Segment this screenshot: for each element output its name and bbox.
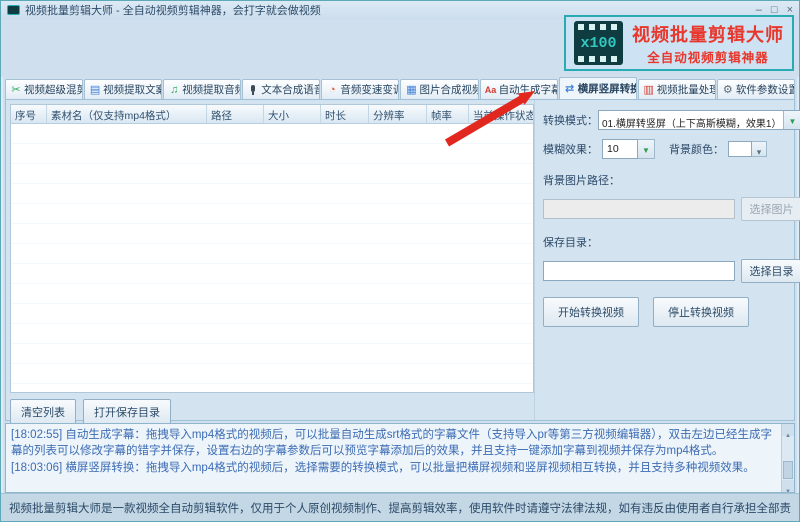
- scrollbar-thumb[interactable]: [783, 461, 793, 479]
- minimize-button[interactable]: –: [756, 4, 762, 16]
- subtitle-icon: [485, 84, 497, 96]
- convert-settings-panel: 转换模式： 01.横屏转竖屏（上下高斯模糊，效果1） 模糊效果： 10 背景颜色…: [534, 100, 800, 420]
- log-entry: [18:02:55] 自动生成字幕：拖拽导入mp4格式的视频后，可以批量自动生成…: [11, 429, 772, 457]
- open-save-dir-button[interactable]: 打开保存目录: [83, 399, 171, 425]
- rotate-icon: [564, 83, 576, 95]
- table-body-empty[interactable]: [11, 124, 533, 392]
- bg-image-path-input: [543, 199, 736, 219]
- scroll-up-icon[interactable]: [782, 424, 794, 436]
- x100-badge: x100: [580, 34, 617, 52]
- audio-wave-icon: [168, 84, 180, 96]
- tab-page-content: 序号 素材名（仅支持mp4格式） 路径 大小 时长 分辨率 帧率 当前操作状态 …: [5, 99, 800, 425]
- log-output: [18:02:55] 自动生成字幕：拖拽导入mp4格式的视频后，可以批量自动生成…: [5, 423, 795, 493]
- app-icon: [7, 5, 20, 15]
- save-dir-input[interactable]: [543, 261, 736, 281]
- col-path[interactable]: 路径: [207, 105, 264, 123]
- window-controls: – □ ×: [756, 4, 793, 16]
- select-image-button: 选择图片: [741, 197, 800, 221]
- blur-effect-select[interactable]: 10: [602, 139, 655, 159]
- col-index[interactable]: 序号: [11, 105, 47, 123]
- material-table: 序号 素材名（仅支持mp4格式） 路径 大小 时长 分辨率 帧率 当前操作状态: [10, 104, 534, 393]
- tab-video-batch-process[interactable]: 视频批量处理: [637, 79, 716, 99]
- blur-effect-value: 10: [602, 139, 638, 159]
- app-logo: x100 视频批量剪辑大师 全自动视频剪辑神器: [564, 15, 794, 71]
- col-framerate[interactable]: 帧率: [427, 105, 469, 123]
- app-window: 视频批量剪辑大师 - 全自动视频剪辑神器，会打字就会做视频 – □ × x100…: [0, 0, 800, 522]
- film-strip-icon: x100: [574, 21, 623, 65]
- status-bar: 视频批量剪辑大师是一款视频全自动剪辑软件，仅用于个人原创视频制作、提高剪辑效率，…: [1, 493, 799, 521]
- gauge-icon: [326, 84, 338, 96]
- log-scrollbar[interactable]: [781, 424, 794, 492]
- tab-text-to-speech[interactable]: 文本合成语音: [242, 79, 321, 99]
- log-entry: [18:03:06] 横屏竖屏转换：拖拽导入mp4格式的视频后，选择需要的转换模…: [11, 462, 755, 474]
- table-header-row: 序号 素材名（仅支持mp4格式） 路径 大小 时长 分辨率 帧率 当前操作状态: [11, 105, 533, 124]
- tab-extract-text[interactable]: 视频提取文案: [84, 79, 163, 99]
- tab-software-settings[interactable]: 软件参数设置: [716, 79, 795, 99]
- convert-mode-label: 转换模式：: [543, 115, 598, 127]
- stop-convert-button[interactable]: 停止转换视频: [653, 297, 749, 327]
- chevron-down-icon[interactable]: [783, 111, 800, 129]
- col-duration[interactable]: 时长: [321, 105, 369, 123]
- header-banner: x100 视频批量剪辑大师 全自动视频剪辑神器: [1, 15, 799, 77]
- chevron-down-icon[interactable]: [638, 139, 655, 159]
- film-icon: [643, 84, 655, 96]
- image-icon: [405, 84, 417, 96]
- logo-subtitle: 全自动视频剪辑神器: [647, 50, 769, 65]
- scissors-icon: [10, 84, 22, 96]
- color-dropdown-icon[interactable]: [752, 141, 767, 157]
- maximize-button[interactable]: □: [771, 4, 778, 16]
- blur-effect-label: 模糊效果：: [543, 144, 598, 156]
- logo-title: 视频批量剪辑大师: [632, 24, 784, 45]
- col-material-name[interactable]: 素材名（仅支持mp4格式）: [47, 105, 207, 123]
- save-dir-label: 保存目录：: [543, 237, 598, 249]
- scroll-down-icon[interactable]: [782, 480, 794, 492]
- microphone-icon: [247, 84, 259, 96]
- tab-bar: 视频超级混剪 视频提取文案 视频提取音频 文本合成语音 音频变速变调 图片合成视…: [1, 77, 799, 99]
- tab-auto-subtitle[interactable]: 自动生成字幕: [479, 79, 558, 99]
- disclaimer-text: 视频批量剪辑大师是一款视频全自动剪辑软件，仅用于个人原创视频制作、提高剪辑效率，…: [9, 502, 791, 515]
- bg-image-path-label: 背景图片路径：: [543, 175, 620, 187]
- tab-audio-speed-pitch[interactable]: 音频变速变调: [321, 79, 400, 99]
- convert-mode-select[interactable]: 01.横屏转竖屏（上下高斯模糊，效果1）: [598, 110, 800, 130]
- start-convert-button[interactable]: 开始转换视频: [543, 297, 639, 327]
- tab-image-to-video[interactable]: 图片合成视频: [400, 79, 479, 99]
- document-icon: [89, 84, 101, 96]
- gear-icon: [722, 84, 734, 96]
- tab-landscape-portrait-convert[interactable]: 横屏竖屏转换: [558, 77, 637, 99]
- close-button[interactable]: ×: [787, 4, 793, 16]
- tab-video-super-mix[interactable]: 视频超级混剪: [5, 79, 84, 99]
- convert-mode-value: 01.横屏转竖屏（上下高斯模糊，效果1）: [602, 119, 782, 129]
- bg-color-label: 背景颜色：: [669, 144, 724, 156]
- col-size[interactable]: 大小: [264, 105, 321, 123]
- bg-color-swatch[interactable]: [728, 141, 752, 157]
- clear-list-button[interactable]: 清空列表: [10, 399, 76, 425]
- col-current-status[interactable]: 当前操作状态: [469, 105, 533, 123]
- select-dir-button[interactable]: 选择目录: [741, 259, 800, 283]
- tab-extract-audio[interactable]: 视频提取音频: [163, 79, 242, 99]
- col-resolution[interactable]: 分辨率: [369, 105, 427, 123]
- material-list-section: 序号 素材名（仅支持mp4格式） 路径 大小 时长 分辨率 帧率 当前操作状态 …: [6, 100, 534, 425]
